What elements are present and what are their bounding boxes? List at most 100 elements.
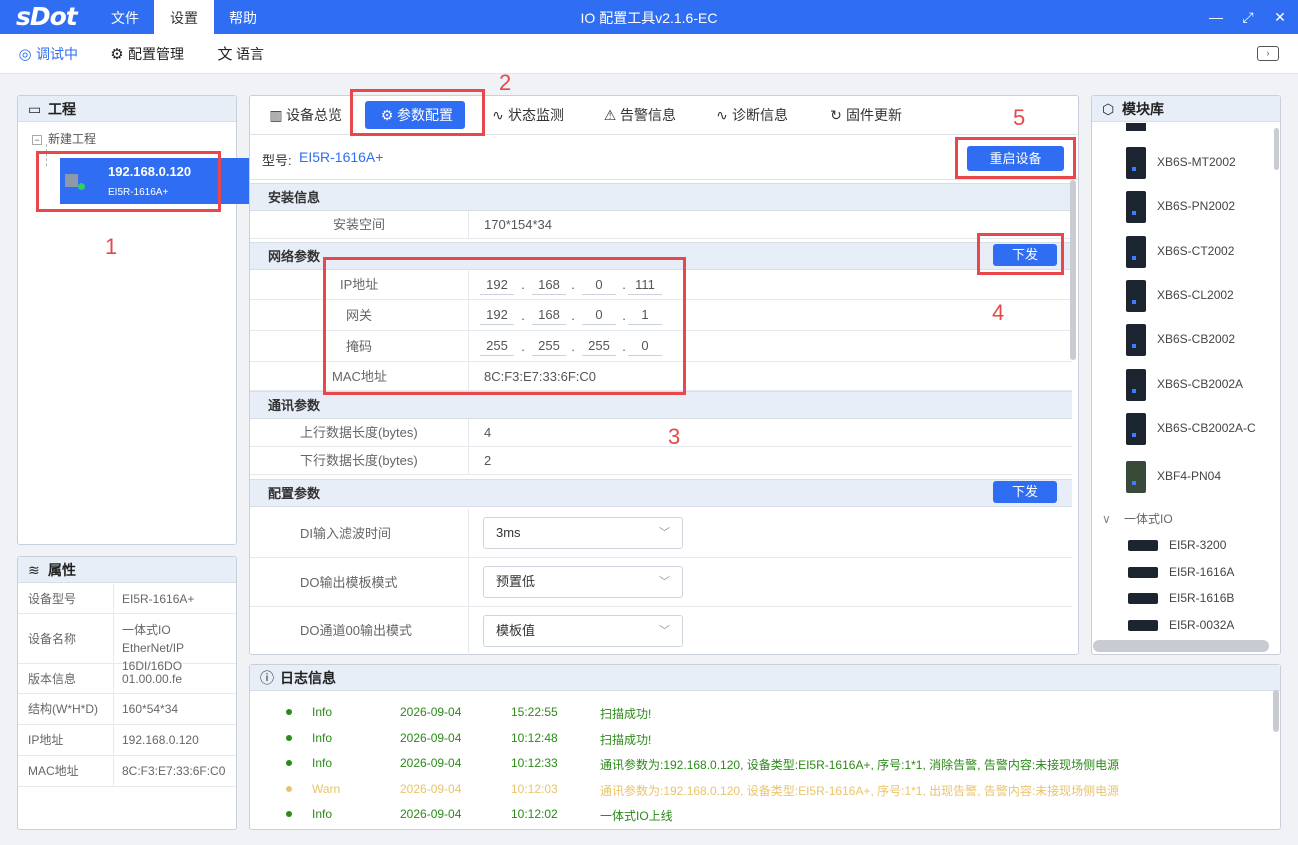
log-time: 10:12:03 <box>511 782 558 796</box>
log-time: 15:22:55 <box>511 705 558 719</box>
property-value: EI5R-1616A+ <box>122 592 195 606</box>
uplink-label: 上行数据长度(bytes) <box>300 425 418 440</box>
module-item[interactable]: XBF4-PN04 <box>1092 455 1280 499</box>
config-key: DO输出模板模式 <box>300 575 398 590</box>
property-value: 160*54*34 <box>122 702 179 716</box>
module-image <box>1126 413 1146 445</box>
library-vertical-scrollbar[interactable] <box>1274 128 1279 170</box>
library-title: 模块库 <box>1122 101 1164 117</box>
tree-root[interactable]: − 新建工程 <box>32 130 96 147</box>
config-title: 配置参数 <box>268 486 321 501</box>
config-row: DO通道00输出模式 模板值 ﹀ <box>250 607 1072 655</box>
panel-toggle-icon[interactable]: › <box>1257 46 1279 61</box>
tab-firmware[interactable]: ↻ 固件更新 <box>826 96 902 134</box>
chevron-down-icon: ﹀ <box>659 527 670 539</box>
debug-mode-button[interactable]: ◎ 调试中 <box>14 34 78 74</box>
tree-root-label: 新建工程 <box>48 132 97 146</box>
properties-header: ≋ 属性 <box>18 557 236 583</box>
menu-settings[interactable]: 设置 <box>154 0 214 34</box>
config-manage-button[interactable]: ⚙ 配置管理 <box>106 34 184 74</box>
uplink-row: 上行数据长度(bytes) 4 <box>250 419 1072 447</box>
log-row: Info 2026-09-04 10:12:48 扫描成功! <box>250 731 1280 756</box>
config-manage-label: 配置管理 <box>128 46 184 62</box>
module-item[interactable]: XB6S-MT2002 <box>1092 141 1280 185</box>
library-horizontal-scrollbar[interactable] <box>1093 640 1269 652</box>
property-row: 版本信息 01.00.00.fe <box>18 664 236 694</box>
property-row: 结构(W*H*D) 160*54*34 <box>18 694 236 725</box>
collapse-icon[interactable]: − <box>32 135 42 145</box>
columns-icon: ▥ <box>269 107 283 123</box>
log-message: 通讯参数为:192.168.0.120, 设备类型:EI5R-1616A+, 序… <box>600 758 1120 772</box>
module-item[interactable]: XB6S-CB2002A <box>1092 363 1280 407</box>
tab-diagnostics[interactable]: ∿ 诊断信息 <box>712 96 788 134</box>
di-filter-select[interactable]: 3ms ﹀ <box>483 517 683 549</box>
close-icon[interactable]: ✕ <box>1265 0 1295 34</box>
config-row: DO输出模板模式 预置低 ﹀ <box>250 558 1072 607</box>
fullscreen-icon[interactable]: ⤢ <box>1233 0 1263 34</box>
io-group-header[interactable]: ∨ 一体式IO <box>1102 510 1173 527</box>
do-template-select[interactable]: 预置低 ﹀ <box>483 566 683 598</box>
log-vertical-scrollbar[interactable] <box>1273 690 1279 732</box>
config-row: DI输入滤波时间 3ms ﹀ <box>250 509 1072 558</box>
module-item[interactable]: XB6S-CT2002 <box>1092 230 1280 274</box>
select-value: 预置低 <box>496 574 536 589</box>
model-label: 型号: <box>262 153 292 168</box>
module-name: XBF4-PN04 <box>1157 469 1222 483</box>
module-image <box>1126 461 1146 493</box>
refresh-icon: ↻ <box>830 107 842 123</box>
log-title: 日志信息 <box>280 670 336 686</box>
io-module-item[interactable]: EI5R-1616A <box>1092 559 1280 585</box>
module-item[interactable]: XB6S-PN2002 <box>1092 185 1280 229</box>
install-section: 安装信息 <box>250 183 1072 211</box>
module-name: XB6S-PN2002 <box>1157 199 1236 213</box>
status-dot-icon <box>286 735 292 741</box>
io-module-item[interactable]: EI5R-3200 <box>1092 532 1280 558</box>
log-date: 2026-09-04 <box>400 807 462 821</box>
install-value: 170*154*34 <box>484 217 552 232</box>
tab-alarms[interactable]: ⚠ 告警信息 <box>600 96 676 134</box>
log-date: 2026-09-04 <box>400 782 462 796</box>
install-row: 安装空间 170*154*34 <box>250 211 1072 239</box>
log-level: Warn <box>312 782 341 796</box>
chevron-down-icon: ﹀ <box>659 576 670 588</box>
menu-help[interactable]: 帮助 <box>214 0 272 34</box>
log-level: Info <box>312 756 333 770</box>
config-section: 配置参数 <box>250 479 1072 507</box>
module-name: XB6S-CT2002 <box>1157 244 1235 258</box>
tab-monitor[interactable]: ∿ 状态监测 <box>488 96 564 134</box>
log-time: 10:12:48 <box>511 731 558 745</box>
info-icon: ⓘ <box>260 670 274 686</box>
minimize-icon[interactable]: — <box>1201 0 1231 34</box>
io-module-item[interactable]: EI5R-0032A <box>1092 612 1280 638</box>
eye-off-icon: ◎ <box>18 46 32 63</box>
annotation-number: 5 <box>1013 105 1026 130</box>
uplink-value: 4 <box>484 425 492 440</box>
group-label: 一体式IO <box>1124 512 1173 526</box>
property-value: 8C:F3:E7:33:6F:C0 <box>122 764 226 778</box>
property-row: 设备型号 EI5R-1616A+ <box>18 584 236 614</box>
config-send-button[interactable]: 下发 <box>993 481 1057 503</box>
vertical-scrollbar[interactable] <box>1070 180 1076 360</box>
language-button[interactable]: 文语言 <box>214 34 264 74</box>
module-image <box>1126 147 1146 179</box>
language-label: 语言 <box>236 46 264 62</box>
module-item[interactable]: XB6S-CB2002 <box>1092 318 1280 362</box>
property-row: 设备名称 一体式IO EtherNet/IP 16DI/16DO <box>18 614 236 673</box>
annotation-number: 2 <box>499 70 512 95</box>
gear-icon: ⚙ <box>110 46 124 63</box>
tab-overview[interactable]: ▥ 设备总览 <box>266 96 342 134</box>
properties-panel: ≋ 属性 设备型号 EI5R-1616A+ 设备名称 一体式IO EtherNet/I… <box>17 556 237 830</box>
module-image <box>1128 620 1158 631</box>
log-row: Warn 2026-09-04 10:12:03 通讯参数为:192.168.0.12… <box>250 782 1280 807</box>
select-value: 3ms <box>496 525 521 540</box>
property-key: 设备型号 <box>28 592 77 606</box>
cube-icon: ⬡ <box>1102 101 1115 117</box>
module-item[interactable]: XB6S-CL2002 <box>1092 274 1280 318</box>
properties-title: 属性 <box>48 562 76 578</box>
io-module-item[interactable]: EI5R-1616B <box>1092 585 1280 611</box>
do-channel-select[interactable]: 模板值 ﹀ <box>483 615 683 647</box>
module-item[interactable]: XB6S-CB2002A-C <box>1092 407 1280 451</box>
log-message: 通讯参数为:192.168.0.120, 设备类型:EI5R-1616A+, 序… <box>600 784 1120 798</box>
menu-file[interactable]: 文件 <box>96 0 154 34</box>
tab-label: 诊断信息 <box>732 107 788 123</box>
